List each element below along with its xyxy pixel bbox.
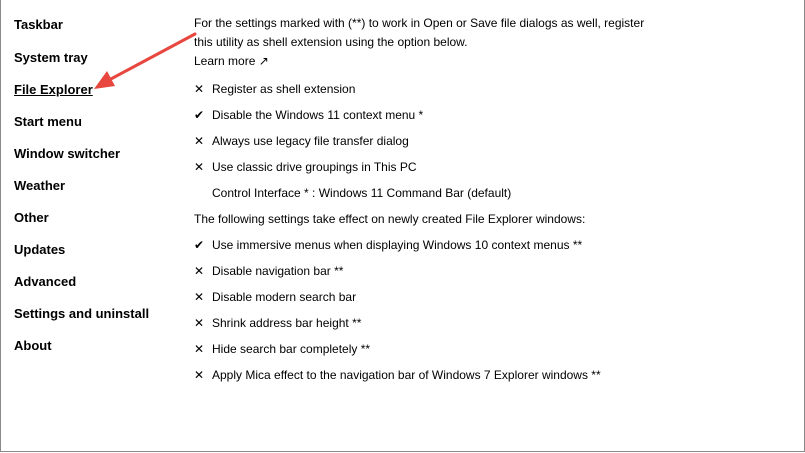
arrow-shaft xyxy=(107,32,197,82)
settings-window: Taskbar System tray File Explorer Start … xyxy=(0,0,805,452)
red-arrow-pointer-icon xyxy=(94,32,197,89)
